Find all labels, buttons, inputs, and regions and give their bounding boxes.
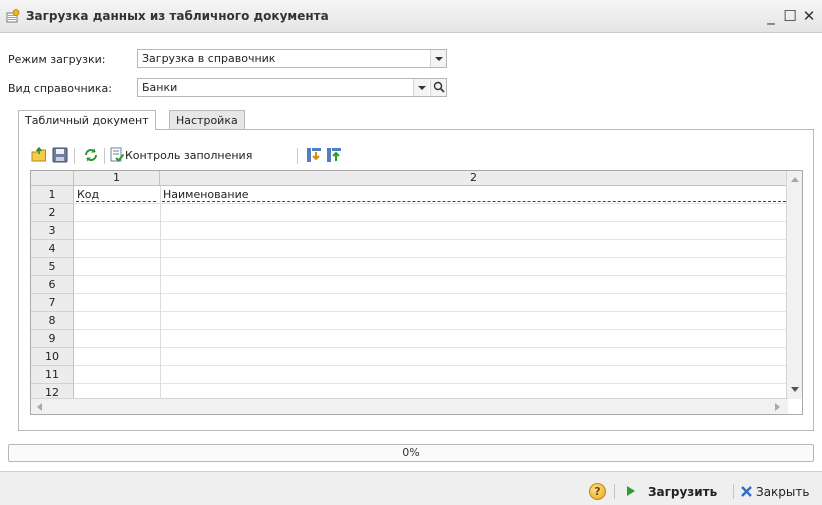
form-icon — [6, 9, 20, 23]
table-row[interactable] — [74, 330, 788, 348]
scroll-right-icon[interactable] — [775, 403, 780, 411]
dialog-footer: ? Загрузить Закрыть — [0, 471, 822, 505]
column-divider — [160, 186, 161, 398]
table-row[interactable] — [74, 312, 788, 330]
mode-label: Режим загрузки: — [8, 53, 106, 66]
play-icon — [627, 486, 635, 496]
table-row[interactable] — [74, 276, 788, 294]
toolbar-separator — [74, 148, 75, 164]
row-number[interactable]: 5 — [31, 258, 74, 276]
table-row[interactable] — [74, 222, 788, 240]
catalog-value: Банки — [142, 81, 178, 94]
table-row[interactable] — [74, 204, 788, 222]
row-number[interactable]: 9 — [31, 330, 74, 348]
row-number[interactable]: 10 — [31, 348, 74, 366]
refresh-icon[interactable] — [82, 146, 100, 164]
tab-spreadsheet-label: Табличный документ — [25, 114, 149, 127]
export-up-icon[interactable] — [325, 146, 343, 164]
column-header-2[interactable]: 2 — [160, 171, 788, 186]
toolbar-separator — [104, 148, 105, 164]
dashed-underline — [162, 201, 786, 202]
close-button[interactable]: Закрыть — [756, 485, 809, 499]
chevron-down-icon[interactable] — [413, 79, 429, 96]
minimize-button[interactable]: _ — [762, 6, 780, 26]
scroll-up-icon[interactable] — [791, 177, 799, 182]
load-button[interactable]: Загрузить — [648, 485, 717, 499]
tab-settings-label: Настройка — [176, 114, 238, 127]
help-icon[interactable]: ? — [589, 483, 606, 500]
chevron-down-icon[interactable] — [430, 50, 446, 67]
table-row[interactable] — [74, 294, 788, 312]
vertical-scrollbar[interactable] — [786, 171, 802, 399]
close-icon — [741, 486, 752, 497]
row-number[interactable]: 4 — [31, 240, 74, 258]
close-window-button[interactable]: ✕ — [800, 6, 818, 26]
fill-check-button[interactable]: Контроль заполнения — [125, 149, 252, 162]
tab-settings[interactable]: Настройка — [169, 110, 245, 130]
row-number[interactable]: 3 — [31, 222, 74, 240]
footer-separator — [614, 484, 615, 499]
save-icon[interactable] — [51, 146, 69, 164]
column-header-1[interactable]: 1 — [74, 171, 160, 186]
row-number[interactable]: 7 — [31, 294, 74, 312]
table-row[interactable] — [74, 348, 788, 366]
table-row[interactable] — [74, 240, 788, 258]
catalog-select[interactable]: Банки — [137, 78, 447, 97]
catalog-label: Вид справочника: — [8, 82, 112, 95]
progress-text: 0% — [402, 446, 420, 459]
tab-spreadsheet[interactable]: Табличный документ — [18, 110, 156, 130]
mode-select[interactable]: Загрузка в справочник — [137, 49, 447, 68]
corner-header — [31, 171, 74, 186]
dashed-underline — [76, 201, 156, 202]
horizontal-scrollbar[interactable] — [31, 398, 788, 414]
fill-check-icon[interactable] — [108, 146, 126, 164]
toolbar-separator — [297, 148, 298, 164]
import-down-icon[interactable] — [305, 146, 323, 164]
open-file-icon[interactable] — [30, 146, 48, 164]
search-icon[interactable] — [430, 79, 446, 96]
table-row[interactable] — [74, 366, 788, 384]
mode-value: Загрузка в справочник — [142, 52, 276, 65]
window-titlebar: Загрузка данных из табличного документа … — [0, 0, 822, 33]
scroll-left-icon[interactable] — [37, 403, 42, 411]
row-number[interactable]: 11 — [31, 366, 74, 384]
table-row[interactable] — [74, 258, 788, 276]
maximize-button[interactable]: ☐ — [781, 6, 799, 26]
row-number[interactable]: 6 — [31, 276, 74, 294]
row-number[interactable]: 2 — [31, 204, 74, 222]
progress-bar: 0% — [8, 444, 814, 462]
footer-separator — [733, 484, 734, 499]
row-number[interactable]: 8 — [31, 312, 74, 330]
window-title: Загрузка данных из табличного документа — [26, 9, 329, 23]
spreadsheet-grid[interactable]: 1 2 1 2 3 4 5 6 7 8 9 10 11 12 Код Наименование — [30, 170, 803, 415]
row-number[interactable]: 1 — [31, 186, 74, 204]
scroll-down-icon[interactable] — [791, 387, 799, 392]
